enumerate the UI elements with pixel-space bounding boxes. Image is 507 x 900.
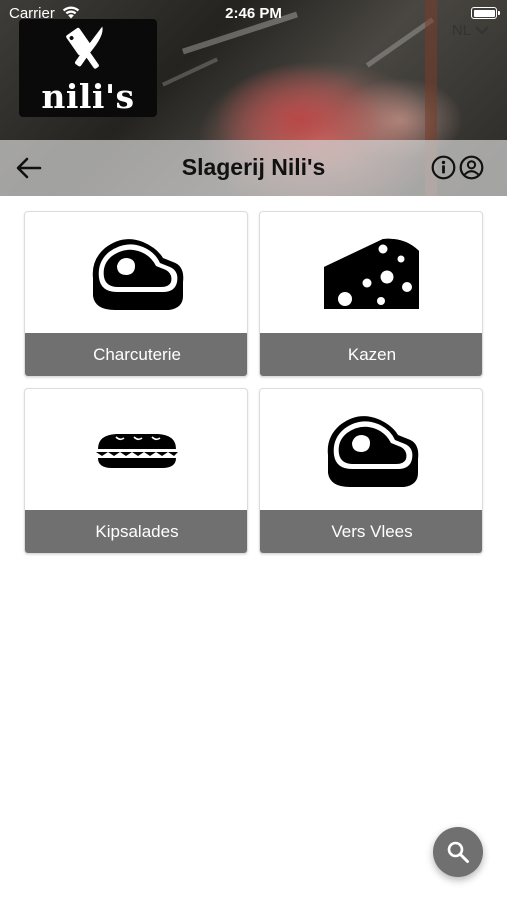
steak-icon xyxy=(327,415,419,487)
banner-texture xyxy=(161,57,219,87)
account-icon[interactable] xyxy=(459,155,484,180)
language-label: NL xyxy=(451,22,471,39)
search-button[interactable] xyxy=(433,827,483,877)
category-label: Charcuterie xyxy=(25,333,247,376)
search-icon xyxy=(447,841,469,863)
category-label: Vers Vlees xyxy=(260,510,482,553)
language-selector[interactable]: NL xyxy=(452,22,489,39)
category-label: Kazen xyxy=(260,333,482,376)
category-label: Kipsalades xyxy=(25,510,247,553)
info-icon[interactable] xyxy=(431,155,456,180)
category-card-vers-vlees[interactable]: Vers Vlees xyxy=(259,388,483,554)
category-card-kazen[interactable]: Kazen xyxy=(259,211,483,377)
chevron-down-icon xyxy=(475,26,489,34)
crossed-knives-icon xyxy=(66,26,103,69)
nav-bar: Slagerij Nili's xyxy=(0,140,507,196)
steak-icon xyxy=(92,238,184,310)
category-card-kipsalades[interactable]: Kipsalades xyxy=(24,388,248,554)
logo-text: nili's xyxy=(41,77,135,116)
category-grid: Charcuterie Kazen Kipsalades Vers Vlees xyxy=(24,211,484,555)
category-card-charcuterie[interactable]: Charcuterie xyxy=(24,211,248,377)
battery-icon xyxy=(471,7,500,19)
brand-logo: nili's xyxy=(19,19,157,117)
sandwich-icon xyxy=(96,433,178,468)
cheese-icon xyxy=(324,238,419,309)
